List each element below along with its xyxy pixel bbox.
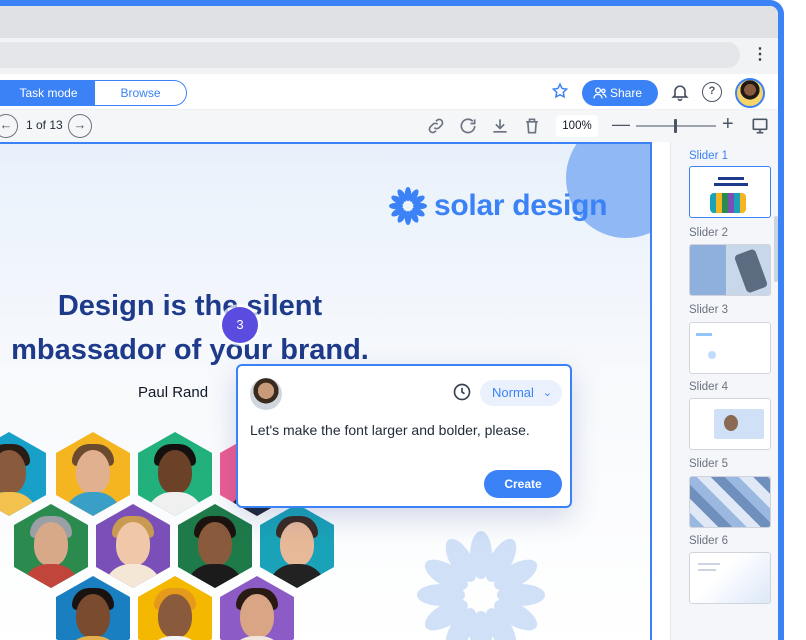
thumbnail-slide-3[interactable] — [689, 322, 771, 374]
portrait-hexagon — [178, 504, 252, 588]
users-icon — [593, 87, 607, 99]
app-top-toolbar: Task mode Browse Share ? — [0, 74, 778, 110]
thumbnail-label[interactable]: Slider 1 — [689, 150, 728, 162]
comment-popup: Normal ⌄ Let's make the font larger and … — [236, 364, 572, 508]
priority-select[interactable]: Normal ⌄ — [480, 380, 562, 406]
user-avatar[interactable] — [735, 78, 765, 108]
decorative-flower — [417, 531, 545, 640]
slide-headline-line1[interactable]: Design is the silent — [0, 284, 410, 328]
zoom-out-icon[interactable]: — — [612, 114, 630, 135]
thumbnail-slide-1[interactable] — [689, 166, 771, 218]
thumbnail-slide-6[interactable] — [689, 552, 771, 604]
portrait-hexagon — [220, 576, 294, 640]
thumbnail-slide-4[interactable] — [689, 398, 771, 450]
share-button[interactable]: Share — [582, 80, 658, 106]
browser-address-bar: ⋮ — [0, 38, 778, 74]
portrait-hexagon — [0, 432, 46, 516]
portrait-hexagon — [96, 504, 170, 588]
quote-author[interactable]: Paul Rand — [138, 384, 208, 401]
clock-icon[interactable] — [452, 382, 472, 402]
link-icon[interactable] — [426, 116, 446, 136]
star-icon[interactable] — [550, 82, 570, 102]
comment-text[interactable]: Let's make the font larger and bolder, p… — [250, 420, 550, 440]
portrait-hexagon — [56, 432, 130, 516]
create-button[interactable]: Create — [484, 470, 562, 498]
portrait-hexagon — [56, 576, 130, 640]
url-field[interactable] — [0, 42, 740, 68]
zoom-slider-thumb[interactable] — [674, 119, 677, 133]
browser-menu-icon[interactable]: ⋮ — [752, 43, 768, 67]
chevron-down-icon: ⌄ — [542, 387, 552, 399]
priority-value: Normal — [492, 385, 534, 400]
thumbnail-label[interactable]: Slider 6 — [689, 535, 728, 547]
refresh-icon[interactable] — [458, 116, 478, 136]
thumbnail-slide-5[interactable] — [689, 476, 771, 528]
share-label: Share — [610, 86, 643, 100]
mode-toggle: Task mode Browse — [0, 80, 187, 106]
page-counter: 1 of 13 — [26, 118, 63, 132]
thumbnail-label[interactable]: Slider 5 — [689, 458, 728, 470]
portrait-hexagon — [138, 576, 212, 640]
comment-pin-badge[interactable]: 3 — [222, 307, 258, 343]
bell-icon[interactable] — [670, 82, 690, 102]
sun-icon — [389, 187, 427, 225]
zoom-level[interactable]: 100% — [556, 115, 598, 137]
editor-toolbar: ← 1 of 13 → 100% — + — [0, 110, 778, 142]
task-mode-button[interactable]: Task mode — [0, 80, 95, 106]
browser-title-bar — [0, 6, 778, 38]
browse-mode-button[interactable]: Browse — [95, 80, 187, 106]
help-icon[interactable]: ? — [702, 82, 722, 102]
browser-window: ⋮ Task mode Browse Share ? ← 1 of 13 → 1… — [0, 0, 784, 640]
slide-thumbnail-panel: Slider 1 Slider 2 Slider 3 Slider 4 Slid… — [670, 142, 778, 640]
brand-logo: solar design — [388, 184, 607, 228]
prev-page-icon[interactable]: ← — [0, 114, 18, 138]
thumbnail-slide-2[interactable] — [689, 244, 771, 296]
next-page-icon[interactable]: → — [68, 114, 92, 138]
thumbnail-label[interactable]: Slider 3 — [689, 304, 728, 316]
brand-name: solar design — [434, 189, 608, 222]
thumbnail-label[interactable]: Slider 4 — [689, 381, 728, 393]
present-icon[interactable] — [750, 116, 770, 136]
zoom-in-icon[interactable]: + — [722, 113, 734, 136]
trash-icon[interactable] — [522, 116, 542, 136]
portrait-hexagon — [14, 504, 88, 588]
download-icon[interactable] — [490, 116, 510, 136]
thumbnail-scrollbar[interactable] — [774, 216, 778, 282]
portrait-hexagon — [138, 432, 212, 516]
thumbnail-label[interactable]: Slider 2 — [689, 227, 728, 239]
commenter-avatar — [250, 378, 282, 410]
portrait-hexagon — [260, 504, 334, 588]
